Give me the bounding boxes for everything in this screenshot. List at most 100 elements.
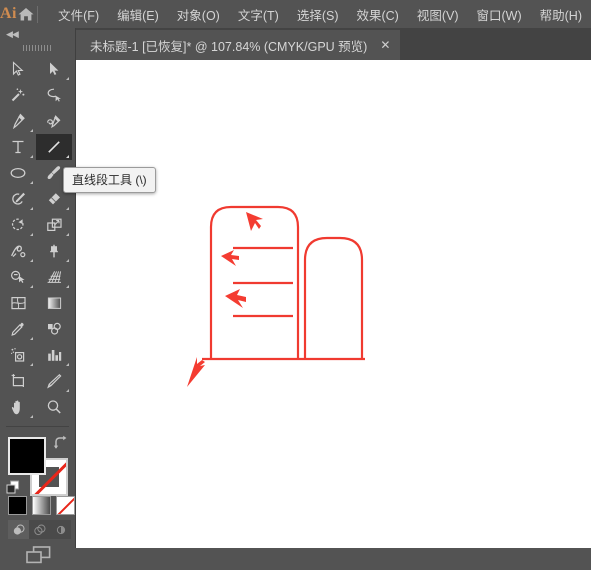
shape-builder-tool[interactable]	[0, 264, 36, 290]
hand-icon	[10, 399, 27, 416]
hand-tool[interactable]	[0, 394, 36, 420]
tool-expand-corner-icon	[30, 285, 33, 288]
magnifier-icon	[46, 399, 62, 415]
symbol-sprayer-tool[interactable]	[0, 342, 36, 368]
magic-wand-tool[interactable]	[0, 82, 36, 108]
scale-icon	[46, 217, 63, 233]
pushpin-icon	[46, 243, 62, 259]
home-icon[interactable]	[17, 0, 35, 28]
menu-effect[interactable]: 效果(C)	[347, 1, 407, 28]
document-tab-title: 未标题-1 [已恢复]* @ 107.84% (CMYK/GPU 预览)	[90, 36, 367, 55]
perspective-grid-tool[interactable]	[36, 264, 72, 290]
ellipse-icon	[9, 165, 27, 181]
ai-logo: Ai	[0, 0, 17, 28]
tool-expand-corner-icon	[30, 363, 33, 366]
tool-expand-corner-icon	[30, 233, 33, 236]
eyedropper-icon	[10, 321, 26, 337]
type-tool[interactable]	[0, 134, 36, 160]
tool-expand-corner-icon	[30, 415, 33, 418]
tool-expand-corner-icon	[30, 337, 33, 340]
menu-edit[interactable]: 编辑(E)	[108, 1, 168, 28]
menu-select[interactable]: 选择(S)	[288, 1, 348, 28]
color-controls	[0, 432, 75, 502]
draw-inside-mode[interactable]	[50, 520, 71, 539]
menu-file[interactable]: 文件(F)	[49, 1, 108, 28]
tool-expand-corner-icon	[66, 363, 69, 366]
draw-inside-icon	[54, 523, 68, 537]
menu-bar: Ai 文件(F) 编辑(E) 对象(O) 文字(T) 选择(S) 效果(C) 视…	[0, 0, 591, 28]
tools-panel: ◀◀	[0, 28, 76, 548]
rotate-tool[interactable]	[0, 212, 36, 238]
screen-mode-icon	[24, 544, 52, 566]
draw-behind-mode[interactable]	[29, 520, 50, 539]
chevron-double-left-icon: ◀◀	[6, 31, 18, 40]
free-transform-tool[interactable]	[36, 238, 72, 264]
arrow-annotation-3	[225, 289, 246, 308]
illustrator-window: Ai 文件(F) 编辑(E) 对象(O) 文字(T) 选择(S) 效果(C) 视…	[0, 0, 591, 548]
change-screen-mode[interactable]	[0, 540, 75, 570]
panel-collapse-button[interactable]: ◀◀	[0, 28, 75, 42]
lasso-tool[interactable]	[36, 82, 72, 108]
tool-expand-corner-icon	[66, 155, 69, 158]
artboard-tool[interactable]	[0, 368, 36, 394]
blend-icon	[46, 321, 63, 337]
draw-normal-mode[interactable]	[8, 520, 29, 539]
menu-type[interactable]: 文字(T)	[229, 1, 288, 28]
default-colors-icon[interactable]	[6, 480, 21, 495]
ellipse-tool[interactable]	[0, 160, 36, 186]
eyedropper-tool[interactable]	[0, 316, 36, 342]
tools-divider	[6, 426, 69, 427]
tool-expand-corner-icon	[30, 207, 33, 210]
gradient-tool[interactable]	[36, 290, 72, 316]
tool-expand-corner-icon	[66, 389, 69, 392]
menu-view[interactable]: 视图(V)	[408, 1, 468, 28]
draw-normal-icon	[12, 523, 26, 537]
swap-fill-stroke-icon[interactable]	[52, 435, 68, 451]
slice-tool[interactable]	[36, 368, 72, 394]
magic-wand-icon	[10, 87, 26, 103]
slice-knife-icon	[46, 373, 62, 389]
pen-icon	[10, 113, 26, 129]
zoom-tool[interactable]	[36, 394, 72, 420]
tool-expand-corner-icon	[66, 207, 69, 210]
close-icon[interactable]: ✕	[380, 39, 390, 51]
menu-object[interactable]: 对象(O)	[168, 1, 229, 28]
artboard-canvas[interactable]	[75, 60, 591, 548]
pen-tool[interactable]	[0, 108, 36, 134]
mesh-icon	[10, 295, 27, 311]
solid-color-icon[interactable]	[8, 496, 27, 515]
none-swatch-icon[interactable]	[56, 496, 75, 515]
tool-expand-corner-icon	[66, 77, 69, 80]
line-segment-tool[interactable]	[36, 134, 72, 160]
grip-dots-icon	[23, 45, 53, 51]
tool-expand-corner-icon	[66, 233, 69, 236]
mesh-tool[interactable]	[0, 290, 36, 316]
gradient-icon	[46, 295, 63, 311]
perspective-grid-icon	[46, 269, 63, 285]
arrow-annotation-4	[187, 357, 205, 387]
curvature-tool[interactable]	[36, 108, 72, 134]
shaper-tool[interactable]	[0, 186, 36, 212]
draw-behind-icon	[33, 523, 47, 537]
selection-tool[interactable]	[0, 56, 36, 82]
tool-expand-corner-icon	[66, 285, 69, 288]
column-graph-tool[interactable]	[36, 342, 72, 368]
tool-tooltip: 直线段工具 (\)	[63, 167, 156, 193]
tool-expand-corner-icon	[30, 129, 33, 132]
type-t-icon	[10, 139, 26, 155]
fill-swatch[interactable]	[8, 437, 46, 475]
tool-grid	[0, 56, 75, 420]
draw-modes	[8, 520, 71, 539]
menu-item-list: 文件(F) 编辑(E) 对象(O) 文字(T) 选择(S) 效果(C) 视图(V…	[49, 1, 591, 28]
shape-builder-icon	[10, 269, 27, 285]
menu-window[interactable]: 窗口(W)	[468, 1, 531, 28]
width-tool[interactable]	[0, 238, 36, 264]
artwork	[75, 60, 591, 548]
direct-selection-tool[interactable]	[36, 56, 72, 82]
gradient-swatch-icon[interactable]	[32, 496, 51, 515]
menu-help[interactable]: 帮助(H)	[531, 1, 591, 28]
panel-drag-handle[interactable]	[0, 42, 75, 54]
scale-tool[interactable]	[36, 212, 72, 238]
document-tab[interactable]: 未标题-1 [已恢复]* @ 107.84% (CMYK/GPU 预览) ✕	[76, 30, 400, 60]
blend-tool[interactable]	[36, 316, 72, 342]
